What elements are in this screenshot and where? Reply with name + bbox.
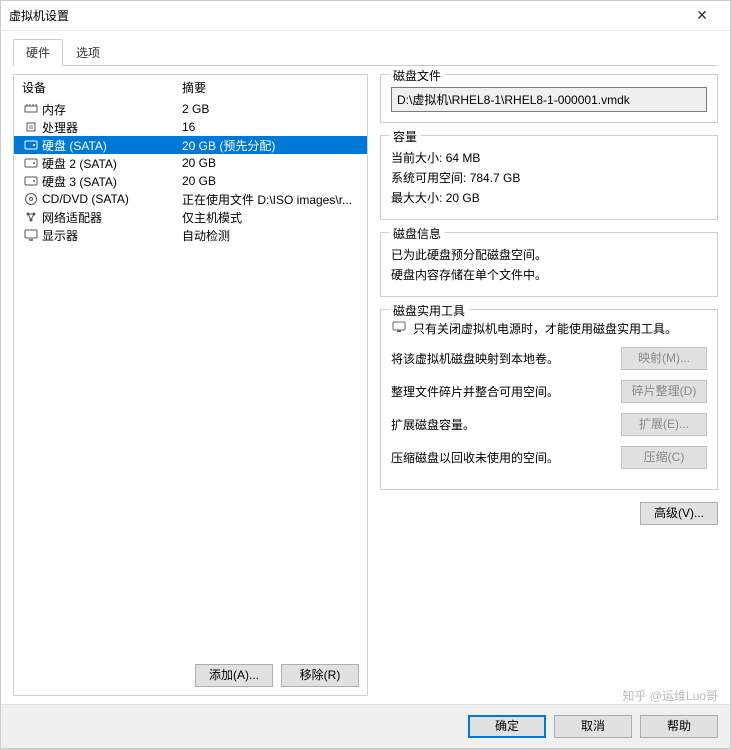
hardware-list-header: 设备 摘要 bbox=[14, 75, 367, 100]
capacity-title: 容量 bbox=[389, 128, 421, 145]
hardware-panel: 设备 摘要 内存2 GB处理器16硬盘 (SATA)20 GB (预先分配)硬盘… bbox=[13, 74, 368, 696]
hardware-summary: 16 bbox=[182, 120, 359, 134]
disk-icon bbox=[22, 157, 40, 169]
hardware-row[interactable]: 硬盘 3 (SATA)20 GB bbox=[14, 172, 367, 190]
disk-info-group: 磁盘信息 已为此硬盘预分配磁盘空间。 硬盘内容存储在单个文件中。 bbox=[380, 232, 718, 297]
util-defrag-desc: 整理文件碎片并整合可用空间。 bbox=[391, 383, 613, 400]
help-button[interactable]: 帮助 bbox=[640, 715, 718, 738]
hardware-name: 硬盘 3 (SATA) bbox=[40, 173, 182, 190]
utilities-warning-row: 只有关闭虚拟机电源时，才能使用磁盘实用工具。 bbox=[391, 320, 707, 337]
hardware-summary: 正在使用文件 D:\ISO images\r... bbox=[182, 191, 359, 208]
tab-options[interactable]: 选项 bbox=[63, 39, 113, 66]
hardware-row[interactable]: CD/DVD (SATA)正在使用文件 D:\ISO images\r... bbox=[14, 190, 367, 208]
utilities-group: 磁盘实用工具 只有关闭虚拟机电源时，才能使用磁盘实用工具。 将该虚拟机磁盘映射到… bbox=[380, 309, 718, 490]
info-icon bbox=[391, 320, 407, 334]
vm-settings-window: 虚拟机设置 ✕ 硬件 选项 设备 摘要 内存2 GB处理器16硬盘 (SATA)… bbox=[0, 0, 731, 749]
hardware-row[interactable]: 内存2 GB bbox=[14, 100, 367, 118]
hardware-row[interactable]: 硬盘 2 (SATA)20 GB bbox=[14, 154, 367, 172]
panels: 设备 摘要 内存2 GB处理器16硬盘 (SATA)20 GB (预先分配)硬盘… bbox=[13, 66, 718, 696]
map-button: 映射(M)... bbox=[621, 347, 707, 370]
hardware-summary: 自动检测 bbox=[182, 227, 359, 244]
hardware-row[interactable]: 网络适配器仅主机模式 bbox=[14, 208, 367, 226]
disk-file-group: 磁盘文件 D:\虚拟机\RHEL8-1\RHEL8-1-000001.vmdk bbox=[380, 74, 718, 123]
util-compact-desc: 压缩磁盘以回收未使用的空间。 bbox=[391, 449, 613, 466]
hardware-summary: 20 GB bbox=[182, 156, 359, 170]
capacity-free: 系统可用空间: 784.7 GB bbox=[391, 169, 707, 186]
disk-info-line1: 已为此硬盘预分配磁盘空间。 bbox=[391, 246, 707, 263]
cd-icon bbox=[22, 192, 40, 206]
add-button[interactable]: 添加(A)... bbox=[195, 664, 273, 687]
display-icon bbox=[22, 229, 40, 241]
titlebar: 虚拟机设置 ✕ bbox=[1, 1, 730, 31]
hardware-row[interactable]: 硬盘 (SATA)20 GB (预先分配) bbox=[14, 136, 367, 154]
hardware-name: 内存 bbox=[40, 101, 182, 118]
disk-info-title: 磁盘信息 bbox=[389, 225, 445, 242]
hardware-summary: 20 GB bbox=[182, 174, 359, 188]
cpu-icon bbox=[22, 120, 40, 134]
window-title: 虚拟机设置 bbox=[9, 7, 682, 24]
util-map-desc: 将该虚拟机磁盘映射到本地卷。 bbox=[391, 350, 613, 367]
hardware-row[interactable]: 处理器16 bbox=[14, 118, 367, 136]
utilities-warning: 只有关闭虚拟机电源时，才能使用磁盘实用工具。 bbox=[413, 320, 677, 337]
util-defrag-row: 整理文件碎片并整合可用空间。 碎片整理(D) bbox=[391, 380, 707, 403]
content-area: 硬件 选项 设备 摘要 内存2 GB处理器16硬盘 (SATA)20 GB (预… bbox=[1, 31, 730, 704]
expand-button: 扩展(E)... bbox=[621, 413, 707, 436]
capacity-current: 当前大小: 64 MB bbox=[391, 149, 707, 166]
remove-button[interactable]: 移除(R) bbox=[281, 664, 359, 687]
disk-file-path[interactable]: D:\虚拟机\RHEL8-1\RHEL8-1-000001.vmdk bbox=[391, 87, 707, 112]
capacity-max: 最大大小: 20 GB bbox=[391, 189, 707, 206]
disk-info-line2: 硬盘内容存储在单个文件中。 bbox=[391, 266, 707, 283]
net-icon bbox=[22, 210, 40, 224]
capacity-group: 容量 当前大小: 64 MB 系统可用空间: 784.7 GB 最大大小: 20… bbox=[380, 135, 718, 220]
cancel-button[interactable]: 取消 bbox=[554, 715, 632, 738]
advanced-row: 高级(V)... bbox=[380, 502, 718, 525]
header-summary: 摘要 bbox=[182, 79, 206, 96]
hardware-name: 处理器 bbox=[40, 119, 182, 136]
tab-bar: 硬件 选项 bbox=[13, 39, 718, 66]
hardware-name: 硬盘 2 (SATA) bbox=[40, 155, 182, 172]
hardware-summary: 仅主机模式 bbox=[182, 209, 359, 226]
hardware-buttons: 添加(A)... 移除(R) bbox=[14, 656, 367, 695]
hardware-summary: 20 GB (预先分配) bbox=[182, 137, 359, 154]
compact-button: 压缩(C) bbox=[621, 446, 707, 469]
hardware-name: 硬盘 (SATA) bbox=[40, 137, 182, 154]
ok-button[interactable]: 确定 bbox=[468, 715, 546, 738]
util-map-row: 将该虚拟机磁盘映射到本地卷。 映射(M)... bbox=[391, 347, 707, 370]
dialog-footer: 确定 取消 帮助 bbox=[1, 704, 730, 748]
advanced-button[interactable]: 高级(V)... bbox=[640, 502, 718, 525]
disk-file-title: 磁盘文件 bbox=[389, 67, 445, 84]
util-expand-desc: 扩展磁盘容量。 bbox=[391, 416, 613, 433]
hardware-name: CD/DVD (SATA) bbox=[40, 192, 182, 206]
close-icon[interactable]: ✕ bbox=[682, 7, 722, 24]
hardware-row[interactable]: 显示器自动检测 bbox=[14, 226, 367, 244]
defrag-button: 碎片整理(D) bbox=[621, 380, 707, 403]
hardware-name: 网络适配器 bbox=[40, 209, 182, 226]
hardware-name: 显示器 bbox=[40, 227, 182, 244]
util-expand-row: 扩展磁盘容量。 扩展(E)... bbox=[391, 413, 707, 436]
util-compact-row: 压缩磁盘以回收未使用的空间。 压缩(C) bbox=[391, 446, 707, 469]
header-device: 设备 bbox=[22, 79, 182, 96]
disk-icon bbox=[22, 175, 40, 187]
tab-hardware[interactable]: 硬件 bbox=[13, 39, 63, 66]
utilities-title: 磁盘实用工具 bbox=[389, 302, 469, 319]
memory-icon bbox=[22, 103, 40, 115]
hardware-list[interactable]: 内存2 GB处理器16硬盘 (SATA)20 GB (预先分配)硬盘 2 (SA… bbox=[14, 100, 367, 656]
detail-panel: 磁盘文件 D:\虚拟机\RHEL8-1\RHEL8-1-000001.vmdk … bbox=[380, 74, 718, 696]
hardware-summary: 2 GB bbox=[182, 102, 359, 116]
disk-icon bbox=[22, 139, 40, 151]
